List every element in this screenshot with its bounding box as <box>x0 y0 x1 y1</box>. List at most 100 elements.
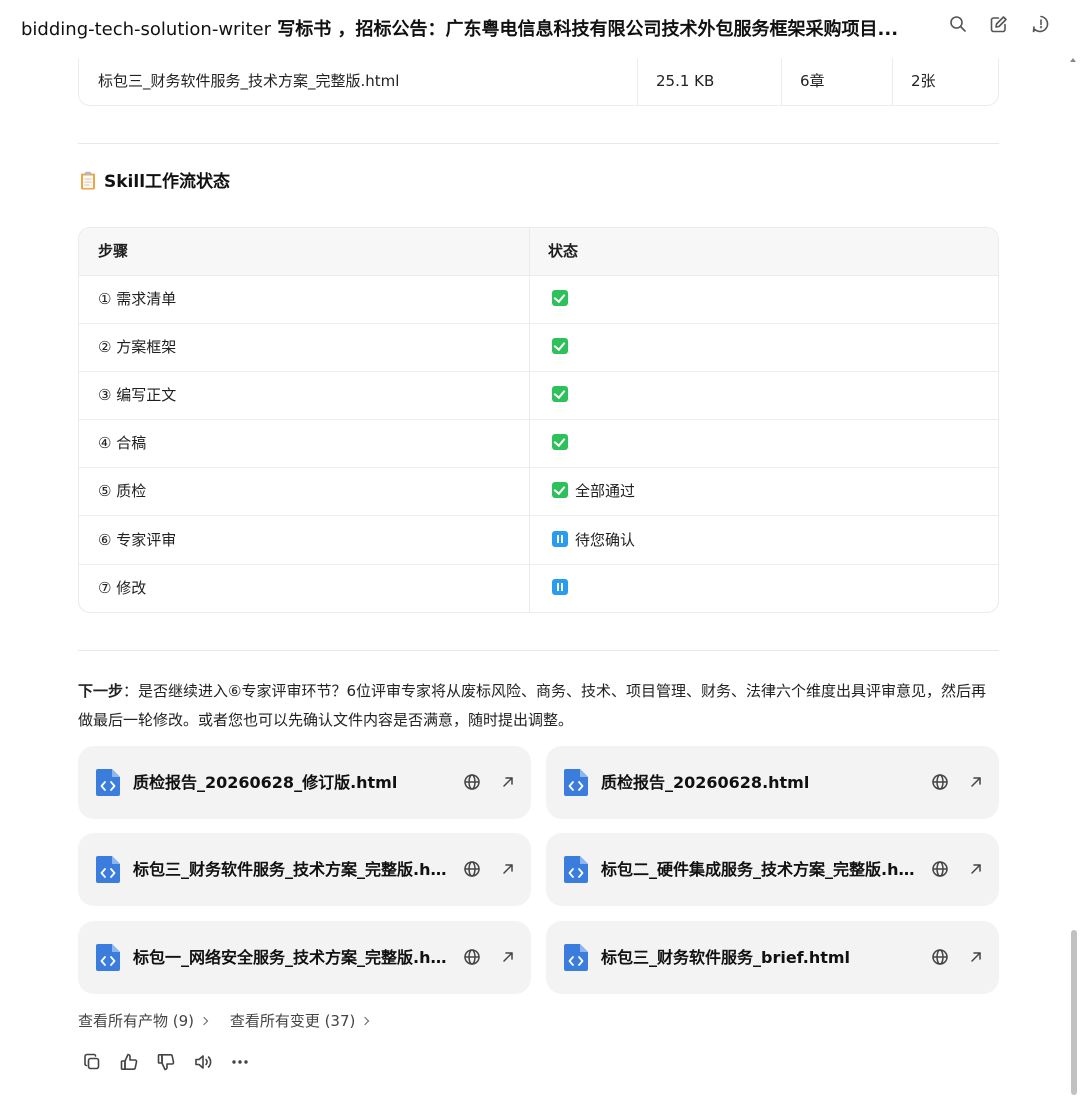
history-icon[interactable] <box>1031 14 1051 34</box>
open-external-icon[interactable] <box>967 773 985 791</box>
header-step: 步骤 <box>98 242 129 260</box>
table-row: ③ 编写正文 <box>79 372 998 420</box>
section-divider <box>78 650 999 651</box>
globe-icon[interactable] <box>463 860 481 878</box>
artifact-card[interactable]: 标包一_网络安全服务_技术方案_完整版.html <box>78 921 531 994</box>
column-divider <box>637 58 638 105</box>
next-step-paragraph: 下一步：是否继续进入⑥专家评审环节？6位评审专家将从废标风险、商务、技术、项目管… <box>78 677 999 735</box>
table-row: ⑤ 质检 全部通过 <box>79 468 998 516</box>
chat-header: bidding-tech-solution-writer 写标书 ，招标公告：广… <box>0 0 1080 56</box>
globe-icon[interactable] <box>463 773 481 791</box>
globe-icon[interactable] <box>931 860 949 878</box>
search-icon[interactable] <box>948 14 968 34</box>
status-cell <box>552 420 575 467</box>
copy-icon[interactable] <box>82 1052 102 1072</box>
code-file-icon <box>563 768 589 797</box>
artifact-name: 标包一_网络安全服务_技术方案_完整版.html <box>133 948 453 967</box>
open-external-icon[interactable] <box>499 948 517 966</box>
file-name-cell: 标包三_财务软件服务_技术方案_完整版.html <box>98 72 400 90</box>
artifact-card[interactable]: 标包三_财务软件服务_brief.html <box>546 921 999 994</box>
table-row: ④ 合稿 <box>79 420 998 468</box>
step-cell: ⑤ 质检 <box>98 482 147 500</box>
file-table-row: 标包三_财务软件服务_技术方案_完整版.html 25.1 KB 6章 2张 <box>78 58 999 106</box>
artifact-name: 质检报告_20260628_修订版.html <box>133 773 398 792</box>
status-cell: 全部通过 <box>552 468 635 515</box>
file-size-cell: 25.1 KB <box>656 72 715 90</box>
code-file-icon <box>95 855 121 884</box>
chevron-right-icon <box>199 1016 209 1026</box>
check-icon <box>552 482 568 498</box>
scrollbar-thumb[interactable] <box>1071 930 1077 1095</box>
status-cell <box>552 565 575 612</box>
new-chat-icon[interactable] <box>989 14 1009 34</box>
step-cell: ⑥ 专家评审 <box>98 531 177 549</box>
thumbs-up-icon[interactable] <box>119 1052 139 1072</box>
status-text: 全部通过 <box>575 482 636 500</box>
code-file-icon <box>95 768 121 797</box>
open-external-icon[interactable] <box>499 860 517 878</box>
chevron-right-icon <box>361 1016 370 1026</box>
step-cell: ① 需求清单 <box>98 290 177 308</box>
open-external-icon[interactable] <box>967 948 985 966</box>
check-icon <box>552 338 568 354</box>
artifact-name: 标包二_硬件集成服务_技术方案_完整版.html <box>601 860 921 879</box>
step-cell: ④ 合稿 <box>98 434 147 452</box>
view-all-artifacts-label: 查看所有产物 (9) <box>78 1012 195 1030</box>
table-row: ⑦ 修改 <box>79 565 998 612</box>
column-divider <box>892 58 893 105</box>
globe-icon[interactable] <box>931 948 949 966</box>
skill-name: bidding-tech-solution-writer <box>21 19 271 40</box>
view-all-changes-link[interactable]: 查看所有变更 (37) <box>229 1010 370 1031</box>
open-external-icon[interactable] <box>499 773 517 791</box>
footer-links: 查看所有产物 (9) 查看所有变更 (37) <box>78 1010 386 1031</box>
section-divider <box>78 143 999 144</box>
workflow-status-table: 步骤 状态 ① 需求清单 ② 方案框架 ③ 编写正文 ④ 合稿 ⑤ 质检 全部通… <box>78 227 999 613</box>
artifact-name: 标包三_财务软件服务_技术方案_完整版.html <box>133 860 453 879</box>
table-row: ⑥ 专家评审 待您确认 <box>79 517 998 565</box>
artifact-card[interactable]: 标包二_硬件集成服务_技术方案_完整版.html <box>546 833 999 906</box>
status-cell <box>552 276 575 323</box>
table-header-row: 步骤 状态 <box>79 228 998 276</box>
status-cell <box>552 324 575 371</box>
scroll-up-arrow-icon[interactable] <box>1070 58 1076 62</box>
chapter-count-cell: 6章 <box>800 72 825 90</box>
thumbs-down-icon[interactable] <box>156 1052 176 1072</box>
artifact-card[interactable]: 质检报告_20260628_修订版.html <box>78 746 531 819</box>
column-divider <box>781 58 782 105</box>
check-icon <box>552 386 568 402</box>
speaker-icon[interactable] <box>193 1052 213 1072</box>
open-external-icon[interactable] <box>967 860 985 878</box>
pause-icon <box>552 579 568 595</box>
artifact-name: 标包三_财务软件服务_brief.html <box>601 948 851 967</box>
table-row: ② 方案框架 <box>79 324 998 372</box>
check-icon <box>552 434 568 450</box>
figure-count-cell: 2张 <box>911 72 936 90</box>
table-row: ① 需求清单 <box>79 276 998 324</box>
status-text: 待您确认 <box>575 531 636 549</box>
more-options-icon[interactable] <box>230 1052 250 1072</box>
globe-icon[interactable] <box>931 773 949 791</box>
view-all-changes-label: 查看所有变更 (37) <box>229 1012 356 1030</box>
next-step-label: 下一步 <box>78 682 124 700</box>
chat-title-text: 写标书 ，招标公告：广东粤电信息科技有限公司技术外包服务框架采购项目... <box>270 19 899 40</box>
step-cell: ③ 编写正文 <box>98 386 177 404</box>
pause-icon <box>552 531 568 547</box>
artifact-name: 质检报告_20260628.html <box>601 773 810 792</box>
clipboard-icon <box>80 171 96 190</box>
artifact-card[interactable]: 质检报告_20260628.html <box>546 746 999 819</box>
status-cell <box>552 372 575 419</box>
check-icon <box>552 290 568 306</box>
step-cell: ⑦ 修改 <box>98 579 147 597</box>
workflow-title-text: Skill工作流状态 <box>104 172 231 192</box>
workflow-section-title: Skill工作流状态 <box>80 167 230 192</box>
step-cell: ② 方案框架 <box>98 338 177 356</box>
artifact-card[interactable]: 标包三_财务软件服务_技术方案_完整版.html <box>78 833 531 906</box>
view-all-artifacts-link[interactable]: 查看所有产物 (9) <box>78 1010 209 1031</box>
next-step-text: ：是否继续进入⑥专家评审环节？6位评审专家将从废标风险、商务、技术、项目管理、财… <box>78 682 987 729</box>
globe-icon[interactable] <box>463 948 481 966</box>
header-status: 状态 <box>548 242 579 260</box>
code-file-icon <box>563 943 589 972</box>
status-cell: 待您确认 <box>552 517 635 564</box>
code-file-icon <box>563 855 589 884</box>
chat-title: bidding-tech-solution-writer 写标书 ，招标公告：广… <box>21 15 898 41</box>
